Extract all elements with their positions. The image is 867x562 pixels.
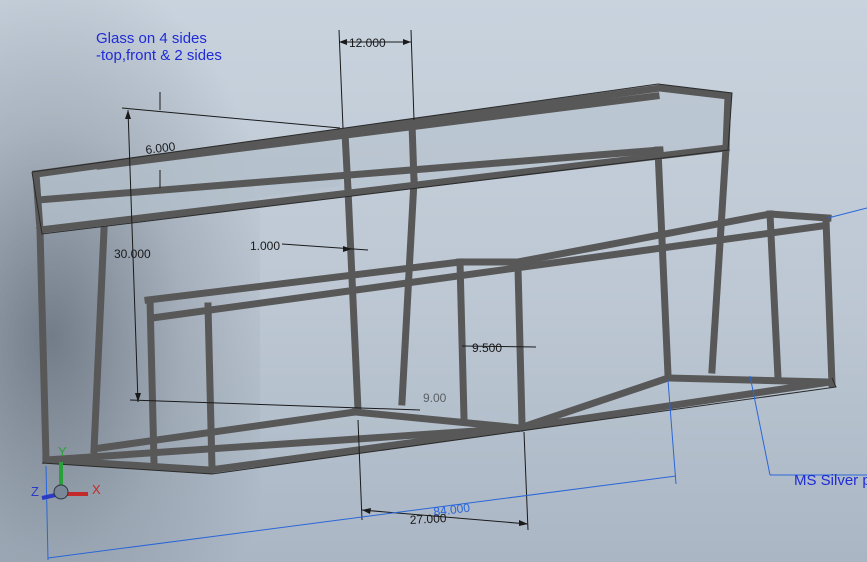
lower-base-right (664, 374, 834, 386)
upper-mid-top-cross (341, 129, 352, 194)
dim-30-text[interactable]: 30.000 (114, 247, 151, 261)
arrow-12-left (339, 39, 347, 45)
lower-box-mid-post-a (456, 258, 468, 422)
leg-front-left (36, 226, 50, 462)
lower-base-right-back (516, 378, 834, 432)
cad-viewport[interactable]: 12.000 6.000 30.000 1.000 9.500 9.00 84.… (0, 0, 867, 562)
triad-y-label: Y (58, 444, 67, 459)
triad-x-label: X (92, 482, 101, 497)
glass-note-line2: -top,front & 2 sides (96, 47, 222, 64)
dim-1-text[interactable]: 1.000 (250, 239, 280, 253)
lower-box-mid-post-b (514, 264, 526, 428)
triad-origin (53, 484, 69, 500)
arrow-27-left (362, 508, 371, 514)
dim-84-ext-left (45, 465, 49, 561)
frame-drawing: 12.000 6.000 30.000 1.000 9.500 9.00 84.… (31, 29, 867, 561)
dim-12-ext-left (338, 29, 344, 129)
dim-27-text[interactable]: 27.000 (409, 511, 447, 527)
right-ref-line (827, 207, 867, 219)
leg-mid-b (398, 177, 418, 406)
leg-back-left (90, 226, 108, 454)
dim-1-line (281, 243, 369, 251)
dim-84-line (47, 475, 677, 559)
arrow-12-right (403, 39, 411, 45)
dim-84-ext-right (667, 379, 677, 485)
lower-box-right-post-b (822, 216, 836, 388)
dim-27-ext-left (357, 419, 363, 521)
leg-right-b (708, 144, 730, 374)
arrow-27-right (519, 520, 528, 526)
material-callout[interactable]: MS Silver p (794, 472, 867, 489)
lower-base-inner-2 (351, 408, 524, 432)
triad-z-label: Z (31, 484, 39, 499)
lower-box-left-post (146, 296, 158, 466)
dim-12-ext-right (410, 29, 415, 121)
lower-box-right-post-a (766, 210, 782, 382)
leg-mid-a (344, 186, 362, 414)
leg-right-a (654, 146, 672, 379)
dim-9-5-text[interactable]: 9.500 (472, 341, 502, 355)
glass-note[interactable]: Glass on 4 sides -top,front & 2 sides (96, 30, 222, 64)
glass-note-line1: Glass on 4 sides (96, 30, 207, 47)
dim-30-ext-bottom (129, 399, 421, 411)
dim-6-line (121, 107, 341, 129)
arrow-30-top (125, 110, 131, 119)
dim-hidden-text[interactable]: 9.00 (423, 391, 447, 405)
upper-right-top-cross (722, 92, 732, 152)
lower-box-left-post-2 (204, 302, 216, 472)
lower-box-top (144, 210, 832, 304)
dim-12-text[interactable]: 12.000 (349, 36, 386, 50)
dim-27-ext-right (523, 431, 529, 531)
